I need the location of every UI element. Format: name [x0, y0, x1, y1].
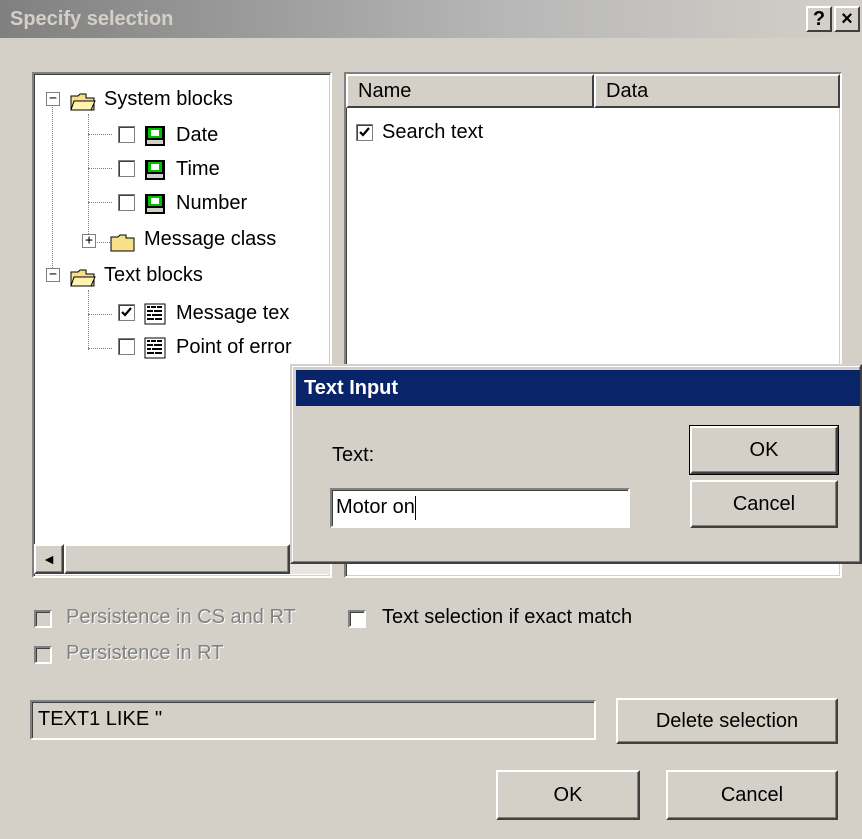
scroll-left-arrow-icon[interactable]: ◄ [34, 544, 64, 574]
text-block-icon [144, 302, 166, 325]
open-folder-icon [70, 89, 96, 111]
text-input-label: Text: [332, 444, 375, 466]
ok-button[interactable]: OK [496, 770, 640, 820]
persistence-cs-rt-label: Persistence in CS and RT [66, 606, 296, 628]
text-cursor [414, 495, 416, 520]
tree-connector [88, 168, 112, 169]
tree-item-label: Message class [144, 228, 277, 250]
persistence-rt-checkbox[interactable] [34, 646, 52, 664]
tree-item-label: Message tex [176, 302, 290, 324]
text-input-cancel-button[interactable]: Cancel [690, 480, 838, 528]
tree-checkbox[interactable] [118, 126, 135, 143]
open-folder-icon [70, 265, 96, 287]
close-button[interactable]: × [834, 6, 860, 32]
expand-icon[interactable]: + [82, 234, 96, 248]
folder-icon [110, 230, 136, 252]
text-input-dialog: Text Input Text: Motor on OK Cancel [290, 364, 862, 564]
tree-connector [88, 314, 112, 315]
tree-checkbox[interactable] [118, 194, 135, 211]
system-block-icon [144, 158, 166, 180]
text-block-icon [144, 336, 166, 359]
dialog-title: Specify selection [10, 8, 174, 30]
tree-panel[interactable]: − System blocks Date Time Number + Messa… [32, 72, 332, 578]
tree-item-label: Number [176, 192, 248, 214]
text-input-title: Text Input [296, 370, 860, 406]
system-block-icon [144, 192, 166, 214]
delete-selection-button[interactable]: Delete selection [616, 698, 838, 744]
tree-checkbox[interactable] [118, 160, 135, 177]
tree-checkbox-checked[interactable] [118, 304, 135, 321]
dialog-title-bar: Specify selection ? × [0, 0, 862, 38]
tree-horizontal-scrollbar[interactable]: ◄ [34, 544, 330, 574]
tree-checkbox[interactable] [118, 338, 135, 355]
tree-item-label: Point of error [176, 336, 292, 358]
help-button[interactable]: ? [806, 6, 832, 32]
tree-item-label: Date [176, 124, 219, 146]
tree-connector [88, 202, 112, 203]
collapse-icon[interactable]: − [46, 268, 60, 282]
column-header-data[interactable]: Data [594, 74, 840, 108]
tree-item-label: Text blocks [104, 264, 203, 286]
collapse-icon[interactable]: − [46, 92, 60, 106]
text-selection-exact-checkbox[interactable] [348, 610, 366, 628]
text-selection-exact-label: Text selection if exact match [382, 606, 633, 628]
text-input-value: Motor on [336, 496, 415, 518]
tree-item-label: System blocks [104, 88, 233, 110]
tree-item-label: Time [176, 158, 220, 180]
tree-connector [88, 290, 89, 350]
persistence-rt-label: Persistence in RT [66, 642, 224, 664]
tree-connector [88, 348, 112, 349]
persistence-cs-rt-checkbox[interactable] [34, 610, 52, 628]
tree-connector [88, 134, 112, 135]
text-input-ok-button[interactable]: OK [689, 425, 839, 475]
cancel-button[interactable]: Cancel [666, 770, 838, 820]
list-item-label: Search text [382, 121, 484, 143]
tree-connector [52, 100, 53, 276]
column-header-name[interactable]: Name [346, 74, 594, 108]
list-item-checkbox[interactable] [356, 124, 373, 141]
system-block-icon [144, 124, 166, 146]
scroll-thumb[interactable] [64, 544, 290, 574]
text-input-field[interactable]: Motor on [330, 488, 630, 528]
selection-expression-field: TEXT1 LIKE '' [30, 700, 596, 740]
